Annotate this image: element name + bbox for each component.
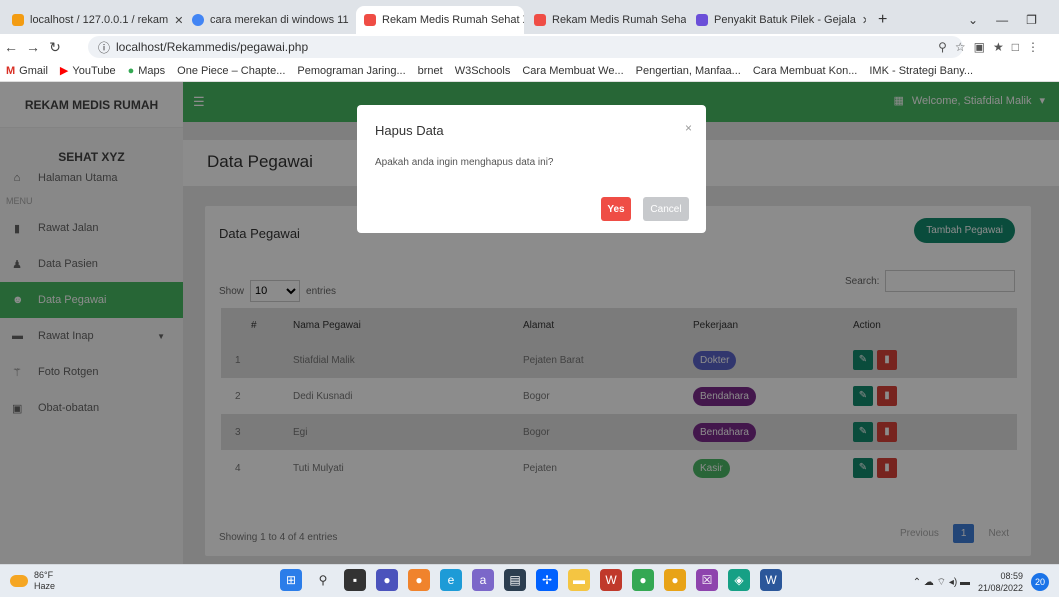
task-view-icon[interactable]: ▪: [344, 569, 366, 591]
close-tab-icon[interactable]: ✕: [862, 14, 866, 27]
google-icon: [192, 14, 204, 26]
winrar-icon[interactable]: W: [600, 569, 622, 591]
modal-backdrop-sidebar[interactable]: [0, 82, 183, 564]
app-icon[interactable]: ◈: [728, 569, 750, 591]
browser-tab[interactable]: Rekam Medis Rumah Sehat X✕: [526, 6, 686, 34]
site-icon: [534, 14, 546, 26]
back-icon[interactable]: ←: [0, 39, 22, 55]
word-icon[interactable]: W: [760, 569, 782, 591]
bookmark-item[interactable]: Cara Membuat Kon...: [753, 65, 858, 77]
chevron-down-icon[interactable]: ⌄: [968, 13, 978, 27]
bookmark-item[interactable]: brnet: [418, 65, 443, 77]
bookmark-item[interactable]: M Gmail: [6, 65, 48, 77]
bookmarks-bar: M Gmail ▶ YouTube ● Maps One Piece – Chapte…: [0, 60, 1059, 82]
browser-tab-bar: localhost / 127.0.0.1 / rekam ✕ cara mere…: [0, 0, 1059, 34]
store-icon[interactable]: ▤: [504, 569, 526, 591]
bookmark-item[interactable]: One Piece – Chapte...: [177, 65, 285, 77]
browser-tab[interactable]: Penyakit Batuk Pilek - Gejala✕: [688, 6, 866, 34]
site-icon: [364, 14, 376, 26]
windows-start-icon[interactable]: ⊞: [280, 569, 302, 591]
bookmark-item[interactable]: ▶ YouTube: [60, 64, 116, 78]
taskbar-apps: ⊞ ⚲ ▪ ● ● e a ▤ ✢ ▬ W ● ● ☒ ◈ W: [280, 569, 782, 591]
site-icon: [696, 14, 708, 26]
bookmark-item[interactable]: ● Maps: [128, 65, 166, 77]
window-controls: ⌄—❐✕: [960, 6, 1055, 34]
notification-badge[interactable]: 20: [1031, 573, 1049, 591]
new-tab-button[interactable]: +: [870, 6, 890, 34]
dialog-title: Hapus Data: [375, 123, 444, 138]
url-field[interactable]: ⓘ localhost/Rekammedis/pegawai.php: [88, 36, 963, 58]
chrome-canary-icon[interactable]: ●: [664, 569, 686, 591]
toolbar-icons[interactable]: ⚲☆▣★□⋮: [938, 40, 1047, 54]
weather-widget[interactable]: 86°F Haze: [10, 570, 55, 592]
browser-tab[interactable]: Rekam Medis Rumah Sehat X✕: [356, 6, 524, 34]
edge-icon[interactable]: e: [440, 569, 462, 591]
yes-button[interactable]: Yes: [601, 197, 631, 221]
minimize-icon[interactable]: —: [996, 13, 1008, 27]
close-tab-icon[interactable]: ✕: [174, 14, 182, 27]
search-icon[interactable]: ⚲: [312, 569, 334, 591]
chat-icon[interactable]: ●: [376, 569, 398, 591]
file-explorer-icon[interactable]: ▬: [568, 569, 590, 591]
info-icon: ⓘ: [98, 40, 111, 55]
bookmark-item[interactable]: IMK - Strategi Bany...: [869, 65, 973, 77]
weather-icon: [10, 575, 28, 587]
app-icon[interactable]: a: [472, 569, 494, 591]
cancel-button[interactable]: Cancel: [643, 197, 689, 221]
app-icon[interactable]: ☒: [696, 569, 718, 591]
delete-confirm-dialog: Hapus Data × Apakah anda ingin menghapus…: [357, 105, 706, 233]
clock[interactable]: 08:59 21/08/2022: [978, 570, 1023, 594]
address-bar-row: ← → ↻ ⓘ localhost/Rekammedis/pegawai.php …: [0, 34, 1059, 60]
forward-icon[interactable]: →: [22, 39, 44, 55]
browser-tab[interactable]: cara merekan di windows 11✕: [184, 6, 354, 34]
system-tray: ⌃ ☁ ⌔ ◂) ▬ 08:59 21/08/2022 20: [913, 570, 1049, 594]
chrome-icon[interactable]: ●: [632, 569, 654, 591]
browser-tab[interactable]: localhost / 127.0.0.1 / rekam ✕: [4, 6, 182, 34]
close-icon[interactable]: ×: [685, 121, 692, 135]
dropbox-icon[interactable]: ✢: [536, 569, 558, 591]
bookmark-item[interactable]: Pengertian, Manfaa...: [636, 65, 741, 77]
bookmark-item[interactable]: Pemograman Jaring...: [297, 65, 405, 77]
tray-icons[interactable]: ⌃ ☁ ⌔ ◂) ▬: [913, 576, 970, 589]
reload-icon[interactable]: ↻: [44, 39, 66, 56]
bookmark-item[interactable]: W3Schools: [455, 65, 511, 77]
dialog-message: Apakah anda ingin menghapus data ini?: [375, 157, 554, 168]
firefox-icon[interactable]: ●: [408, 569, 430, 591]
windows-taskbar: 86°F Haze ⊞ ⚲ ▪ ● ● e a ▤ ✢ ▬ W ● ● ☒ ◈ W…: [0, 564, 1059, 597]
maximize-icon[interactable]: ❐: [1026, 13, 1037, 27]
phpmyadmin-icon: [12, 14, 24, 26]
bookmark-item[interactable]: Cara Membuat We...: [522, 65, 623, 77]
